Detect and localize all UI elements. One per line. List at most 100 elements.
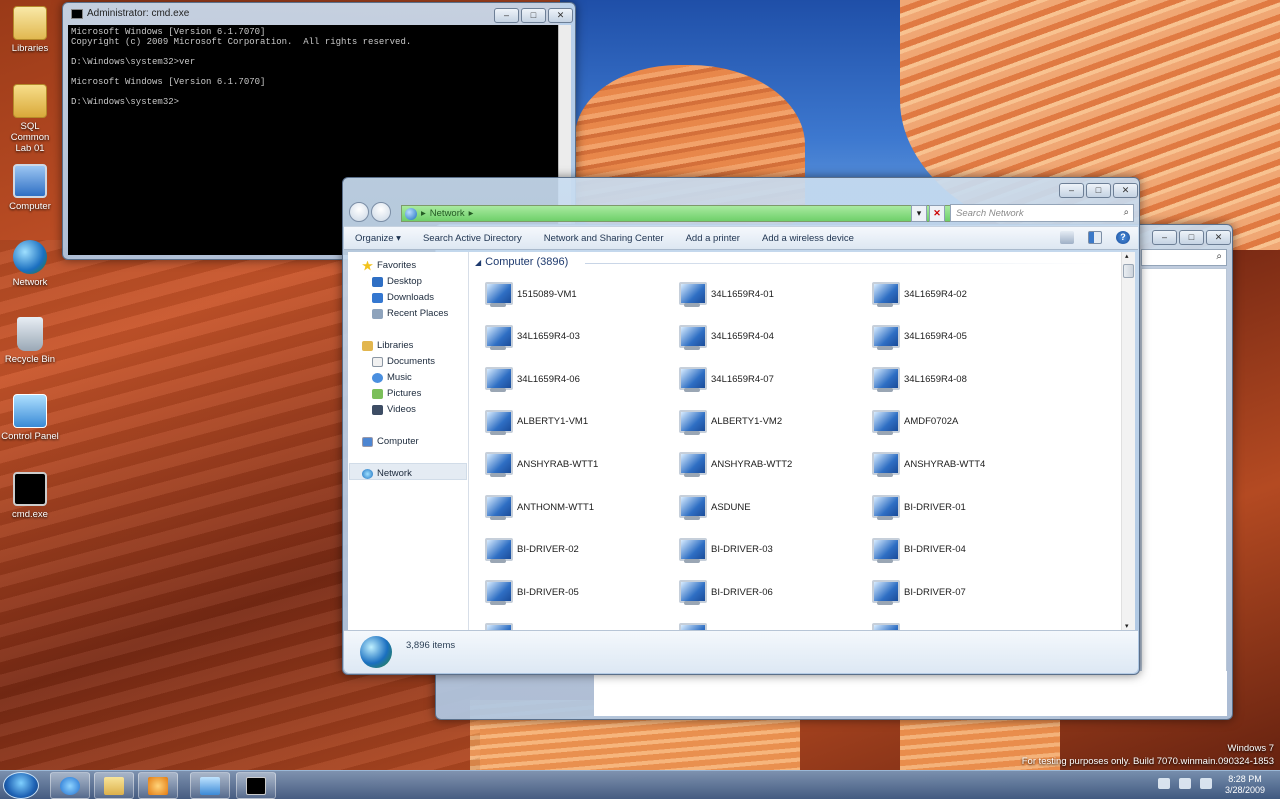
nav-item-network[interactable]: Network — [362, 468, 412, 479]
maximize-button[interactable]: □ — [521, 8, 546, 23]
computer-item[interactable]: ANSHYRAB-WTT2 — [673, 449, 792, 479]
nav-item-music[interactable]: Music — [372, 372, 412, 383]
computer-item[interactable]: 34L1659R4-07 — [673, 364, 774, 394]
nav-item-downloads[interactable]: Downloads — [372, 292, 434, 303]
computer-icon — [673, 620, 707, 630]
network-explorer-window[interactable]: – □ ✕ ▸ Network ▸ ▾ ✕ Search Network ⌕ O… — [342, 177, 1140, 675]
computer-item[interactable]: 34L1659R4-03 — [479, 322, 580, 352]
taskbar-media-player[interactable] — [138, 772, 178, 799]
nav-item-libraries[interactable]: Libraries — [362, 340, 413, 351]
stop-button[interactable]: ✕ — [929, 205, 945, 222]
computer-item[interactable]: 34L1659R4-06 — [479, 364, 580, 394]
nav-item-computer[interactable]: Computer — [362, 436, 419, 447]
taskbar-clock[interactable]: 8:28 PM 3/28/2009 — [1215, 774, 1275, 796]
organize-button[interactable]: Organize ▾ — [344, 233, 412, 244]
add-printer-button[interactable]: Add a printer — [675, 233, 751, 244]
scrollbar-thumb[interactable] — [1123, 264, 1134, 278]
breadcrumb-chevron-icon[interactable]: ▸ — [469, 208, 474, 219]
nav-item-favorites[interactable]: Favorites — [362, 260, 416, 271]
address-dropdown-button[interactable]: ▾ — [911, 205, 927, 222]
computer-item[interactable]: BI-DRIVER-04 — [866, 535, 966, 565]
minimize-button[interactable]: – — [1152, 230, 1177, 245]
computer-item[interactable]: BI-DRIVER-03 — [673, 535, 773, 565]
computer-name: BI-DRIVER-01 — [904, 501, 966, 513]
minimize-button[interactable]: – — [1059, 183, 1084, 198]
desktop-icon-sql-common-lab[interactable]: SQL Common Lab 01 — [0, 84, 60, 154]
computer-item[interactable]: BI-DRIVER-07 — [866, 577, 966, 607]
nav-item-recent-places[interactable]: Recent Places — [372, 308, 448, 319]
taskbar-control-panel[interactable] — [190, 772, 230, 799]
console-line: Copyright (c) 2009 Microsoft Corporation… — [71, 37, 412, 47]
computer-name: ASDUNE — [711, 501, 751, 513]
taskbar-internet-explorer[interactable] — [50, 772, 90, 799]
computer-item[interactable]: ASDUNE — [673, 492, 751, 522]
desktop-icon-network[interactable]: Network — [0, 240, 60, 288]
computer-item[interactable]: BI-DRIVER-02 — [479, 535, 579, 565]
computer-item[interactable]: 1515089-VM1 — [479, 279, 577, 309]
computer-item[interactable]: 34L1659R4-04 — [673, 322, 774, 352]
desktop-icon-control-panel[interactable]: Control Panel — [0, 394, 60, 442]
volume-icon[interactable] — [1200, 778, 1212, 789]
preview-pane-icon[interactable] — [1088, 231, 1102, 244]
start-button[interactable] — [3, 772, 39, 799]
close-button[interactable]: ✕ — [548, 8, 573, 23]
computer-name: 34L1659R4-05 — [904, 331, 967, 343]
collapse-arrow-icon[interactable]: ◢ — [475, 258, 481, 267]
computer-item[interactable]: 34L1659R4-08 — [866, 364, 967, 394]
desktop-icon-recycle-bin[interactable]: Recycle Bin — [0, 317, 60, 365]
group-header[interactable]: ◢ Computer (3896) — [475, 256, 1105, 268]
computer-name: BI-DRIVER-07 — [904, 586, 966, 598]
change-view-icon[interactable] — [1060, 231, 1074, 244]
maximize-button[interactable]: □ — [1179, 230, 1204, 245]
computer-icon — [866, 364, 900, 394]
computer-item[interactable]: AMDF0702A — [866, 407, 958, 437]
computer-item[interactable]: ANSHYRAB-WTT4 — [866, 449, 985, 479]
network-tray-icon[interactable] — [1179, 778, 1191, 789]
computer-item-partial[interactable] — [673, 620, 707, 630]
minimize-button[interactable]: – — [494, 8, 519, 23]
close-button[interactable]: ✕ — [1113, 183, 1138, 198]
maximize-button[interactable]: □ — [1086, 183, 1111, 198]
background-content-area-bottom — [594, 671, 1227, 716]
add-wireless-device-button[interactable]: Add a wireless device — [751, 233, 865, 244]
computer-item[interactable]: 34L1659R4-01 — [673, 279, 774, 309]
computer-item[interactable]: ALBERTY1-VM1 — [479, 407, 588, 437]
close-button[interactable]: ✕ — [1206, 230, 1231, 245]
taskbar-windows-explorer[interactable] — [94, 772, 134, 799]
vertical-scrollbar[interactable]: ▴ ▾ — [1121, 252, 1135, 630]
computer-item-partial[interactable] — [866, 620, 900, 630]
navigation-buttons — [349, 202, 391, 222]
scroll-up-icon[interactable]: ▴ — [1125, 252, 1129, 260]
computer-item[interactable]: ANSHYRAB-WTT1 — [479, 449, 598, 479]
scroll-down-icon[interactable]: ▾ — [1125, 622, 1129, 630]
computer-item[interactable]: 34L1659R4-02 — [866, 279, 967, 309]
flag-icon[interactable] — [1158, 778, 1170, 789]
computer-icon — [866, 535, 900, 565]
nav-item-desktop[interactable]: Desktop — [372, 276, 422, 287]
forward-button[interactable] — [371, 202, 391, 222]
computer-item[interactable]: ANTHONM-WTT1 — [479, 492, 594, 522]
network-sharing-center-button[interactable]: Network and Sharing Center — [533, 233, 675, 244]
address-bar[interactable]: ▸ Network ▸ — [401, 205, 953, 222]
background-search-box[interactable]: ⌕ — [1141, 249, 1227, 266]
computer-item-partial[interactable] — [479, 620, 513, 630]
desktop-icon-libraries[interactable]: Libraries — [0, 6, 60, 54]
computer-item[interactable]: BI-DRIVER-01 — [866, 492, 966, 522]
computer-item[interactable]: ALBERTY1-VM2 — [673, 407, 782, 437]
breadcrumb-network[interactable]: Network — [430, 208, 465, 219]
nav-item-pictures[interactable]: Pictures — [372, 388, 421, 399]
computer-item[interactable]: BI-DRIVER-06 — [673, 577, 773, 607]
computer-name: ALBERTY1-VM1 — [517, 416, 589, 428]
desktop-icon-cmd[interactable]: cmd.exe — [0, 472, 60, 520]
help-icon[interactable]: ? — [1116, 231, 1130, 244]
search-input[interactable]: Search Network ⌕ — [950, 204, 1134, 222]
nav-item-videos[interactable]: Videos — [372, 404, 416, 415]
search-active-directory-button[interactable]: Search Active Directory — [412, 233, 533, 244]
computer-item[interactable]: 34L1659R4-05 — [866, 322, 967, 352]
taskbar-cmd[interactable] — [236, 772, 276, 799]
desktop-icon-computer[interactable]: Computer — [0, 164, 60, 212]
back-button[interactable] — [349, 202, 369, 222]
computer-item[interactable]: BI-DRIVER-05 — [479, 577, 579, 607]
nav-item-documents[interactable]: Documents — [372, 356, 435, 367]
